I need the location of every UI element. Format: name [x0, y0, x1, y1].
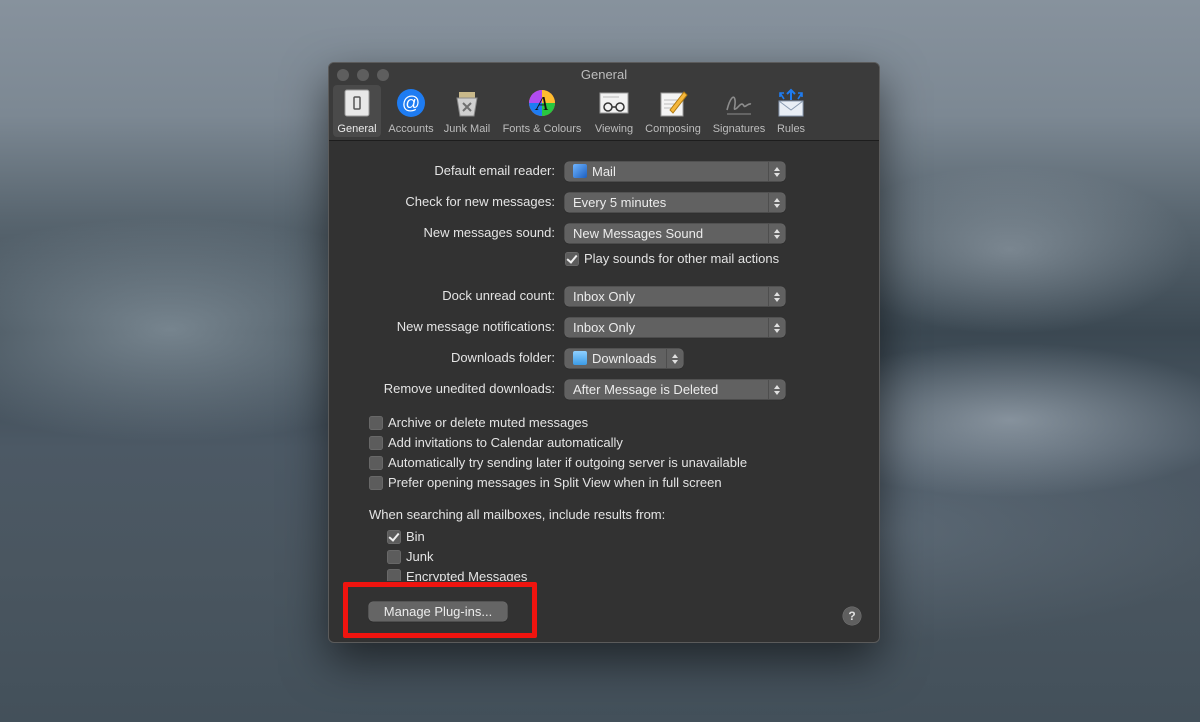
add-invitations-checkbox[interactable] [369, 435, 383, 450]
search-encrypted-checkbox-row[interactable]: Encrypted Messages [387, 569, 527, 581]
tab-label: General [337, 123, 377, 135]
search-junk-checkbox[interactable] [387, 549, 401, 564]
checkbox-label: Add invitations to Calendar automaticall… [388, 435, 623, 450]
archive-muted-checkbox[interactable] [369, 415, 383, 430]
check-new-messages-label: Check for new messages: [405, 194, 555, 209]
play-sounds-checkbox-row[interactable]: Play sounds for other mail actions [565, 251, 779, 266]
chevron-updown-icon [768, 193, 785, 212]
default-email-reader-select[interactable]: Mail [565, 162, 785, 181]
split-view-checkbox-row[interactable]: Prefer opening messages in Split View wh… [369, 475, 722, 490]
default-email-reader-label: Default email reader: [434, 163, 555, 178]
search-junk-checkbox-row[interactable]: Junk [387, 549, 433, 564]
tab-label: Viewing [594, 123, 634, 135]
tab-label: Fonts & Colours [502, 123, 582, 135]
check-new-messages-select[interactable]: Every 5 minutes [565, 193, 785, 212]
checkbox-label: Encrypted Messages [406, 569, 528, 581]
fonts-colours-icon: A [527, 88, 557, 118]
select-value: After Message is Deleted [573, 382, 719, 397]
new-messages-sound-label: New messages sound: [423, 225, 555, 240]
tab-label: Accounts [388, 123, 434, 135]
svg-text:A: A [534, 93, 549, 115]
chevron-updown-icon [666, 349, 683, 368]
downloads-folder-icon [573, 351, 587, 365]
tab-junk-mail[interactable]: Junk Mail [441, 85, 493, 137]
checkbox-label: Play sounds for other mail actions [584, 251, 780, 266]
pencil-note-icon [658, 88, 688, 118]
chevron-updown-icon [768, 380, 785, 399]
dock-unread-count-select[interactable]: Inbox Only [565, 287, 785, 306]
send-later-checkbox[interactable] [369, 455, 383, 470]
new-messages-sound-select[interactable]: New Messages Sound [565, 224, 785, 243]
tab-label: Junk Mail [443, 123, 491, 135]
checkbox-label: Prefer opening messages in Split View wh… [388, 475, 722, 490]
highlight-annotation-box [343, 582, 537, 638]
select-value: Inbox Only [573, 320, 636, 335]
play-sounds-checkbox[interactable] [565, 251, 579, 266]
checkbox-label: Automatically try sending later if outgo… [388, 455, 748, 470]
remove-downloads-select[interactable]: After Message is Deleted [565, 380, 785, 399]
tab-rules[interactable]: Rules [771, 85, 811, 137]
search-encrypted-checkbox[interactable] [387, 569, 401, 581]
window-title: General [580, 67, 628, 82]
help-button[interactable]: ? [843, 607, 861, 625]
tab-label: Rules [776, 123, 806, 135]
at-sign-icon: @ [396, 88, 426, 118]
junk-bin-icon [452, 88, 482, 118]
select-value: Downloads [592, 351, 657, 366]
select-value: Every 5 minutes [573, 195, 667, 210]
glasses-icon [599, 88, 629, 118]
title-bar: General General @ Accounts Junk Mail A F… [329, 63, 879, 141]
split-view-checkbox[interactable] [369, 475, 383, 490]
add-invitations-checkbox-row[interactable]: Add invitations to Calendar automaticall… [369, 435, 623, 450]
new-message-notifications-label: New message notifications: [396, 319, 555, 334]
chevron-updown-icon [768, 318, 785, 337]
tab-general[interactable]: General [333, 85, 381, 137]
tab-fonts-colours[interactable]: A Fonts & Colours [497, 85, 587, 137]
checkbox-label: Bin [406, 529, 425, 544]
select-value: Inbox Only [573, 289, 636, 304]
select-value: Mail [592, 164, 616, 179]
tab-signatures[interactable]: Signatures [709, 85, 769, 137]
tab-label: Signatures [712, 123, 766, 135]
general-icon [342, 88, 372, 118]
svg-text:@: @ [402, 93, 420, 113]
preferences-window: General General @ Accounts Junk Mail A F… [328, 62, 880, 643]
remove-downloads-label: Remove unedited downloads: [383, 381, 555, 396]
mail-app-icon [573, 164, 587, 178]
downloads-folder-select[interactable]: Downloads [565, 349, 683, 368]
tab-viewing[interactable]: Viewing [591, 85, 637, 137]
envelope-arrows-icon [776, 88, 806, 118]
tab-composing[interactable]: Composing [641, 85, 705, 137]
select-value: New Messages Sound [573, 226, 704, 241]
chevron-updown-icon [768, 287, 785, 306]
search-bin-checkbox-row[interactable]: Bin [387, 529, 425, 544]
new-message-notifications-select[interactable]: Inbox Only [565, 318, 785, 337]
search-include-label: When searching all mailboxes, include re… [369, 507, 666, 522]
signature-icon [724, 88, 754, 118]
dock-unread-count-label: Dock unread count: [442, 288, 555, 303]
archive-muted-checkbox-row[interactable]: Archive or delete muted messages [369, 415, 588, 430]
tab-accounts[interactable]: @ Accounts [383, 85, 439, 137]
tab-label: Composing [645, 123, 701, 135]
chevron-updown-icon [768, 224, 785, 243]
search-bin-checkbox[interactable] [387, 529, 401, 544]
downloads-folder-label: Downloads folder: [450, 350, 555, 365]
chevron-updown-icon [768, 162, 785, 181]
send-later-checkbox-row[interactable]: Automatically try sending later if outgo… [369, 455, 747, 470]
checkbox-label: Archive or delete muted messages [388, 415, 589, 430]
checkbox-label: Junk [406, 549, 434, 564]
